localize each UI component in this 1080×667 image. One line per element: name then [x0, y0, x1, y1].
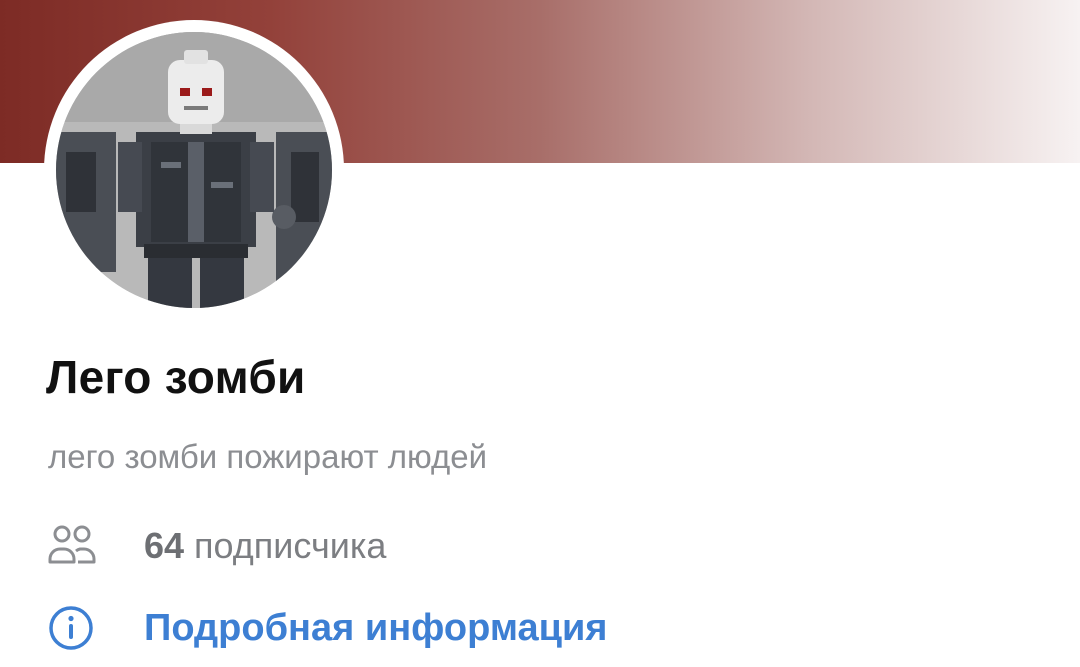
followers-label: подписчика [194, 525, 387, 566]
avatar-image [56, 32, 332, 308]
details-label: Подробная информация [144, 606, 608, 649]
details-link[interactable]: Подробная информация [46, 603, 607, 653]
people-icon [46, 520, 98, 572]
status-text: лего зомби пожирают людей [48, 438, 488, 475]
info-icon [46, 603, 96, 653]
followers-row[interactable]: 64 подписчика [46, 520, 386, 572]
followers-count: 64 [144, 525, 185, 566]
page-title: Лего зомби [46, 351, 306, 403]
avatar[interactable] [56, 32, 332, 308]
